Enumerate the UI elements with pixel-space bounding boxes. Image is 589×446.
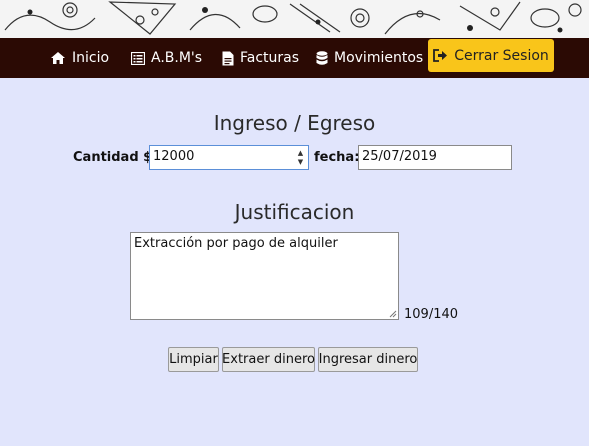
nav-item-label: Inicio: [72, 50, 110, 66]
justification-textarea[interactable]: Extracción por pago de alquiler: [130, 232, 399, 320]
deposit-button[interactable]: Ingresar dinero: [318, 347, 418, 372]
spin-up-icon[interactable]: ▲: [298, 149, 303, 157]
justification-value: Extracción por pago de alquiler: [134, 236, 338, 251]
list-icon: [131, 51, 145, 65]
nav-item-label: Facturas: [240, 50, 300, 66]
amount-input[interactable]: 12000 ▲ ▼: [149, 145, 309, 170]
date-value: 25/07/2019: [362, 149, 437, 164]
nav-item-inicio[interactable]: Inicio: [50, 38, 109, 78]
nav-item-label: A.B.M's: [151, 50, 203, 66]
amount-label: Cantidad $: [73, 150, 153, 165]
nav-item-movimientos[interactable]: Movimientos: [316, 38, 423, 78]
logout-label: Cerrar Sesion: [454, 47, 549, 64]
justification-title: Justificacion: [234, 200, 355, 224]
date-input[interactable]: 25/07/2019: [358, 145, 512, 170]
logout-button[interactable]: Cerrar Sesion: [428, 39, 554, 72]
resize-handle-icon[interactable]: [389, 310, 397, 318]
database-icon: [316, 50, 328, 65]
nav-item-facturas[interactable]: Facturas: [222, 38, 299, 78]
spin-down-icon[interactable]: ▼: [298, 158, 303, 166]
decorative-banner: [0, 0, 589, 38]
amount-spinner[interactable]: ▲ ▼: [296, 149, 305, 166]
character-counter: 109/140: [404, 307, 459, 322]
home-icon: [51, 52, 65, 64]
nav-item-label: Movimientos: [334, 50, 424, 66]
date-label: fecha:: [314, 150, 360, 165]
withdraw-button[interactable]: Extraer dinero: [222, 347, 315, 372]
sign-out-icon: [433, 49, 448, 62]
document-icon: [222, 51, 234, 65]
pizza-sketch-pattern: [4, 1, 582, 35]
page-title: Ingreso / Egreso: [213, 111, 376, 135]
amount-value: 12000: [153, 149, 195, 164]
nav-item-abms[interactable]: A.B.M's: [131, 38, 202, 78]
clear-button[interactable]: Limpiar: [168, 347, 219, 372]
